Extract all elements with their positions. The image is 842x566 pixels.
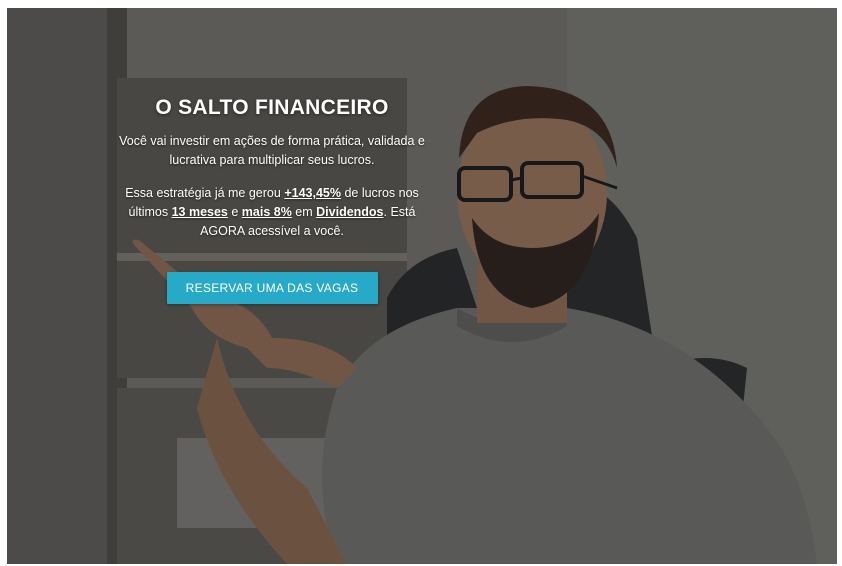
hero-description: Você vai investir em ações de forma prát… [119,134,425,167]
hero-content: O SALTO FINANCEIRO Você vai investir em … [107,96,437,304]
hero-results: Essa estratégia já me gerou +143,45% de … [107,184,437,241]
reserve-spot-button[interactable]: RESERVAR UMA DAS VAGAS [166,272,378,304]
results-more: mais 8% [241,205,292,219]
results-prefix: Essa estratégia já me gerou [125,186,285,200]
results-months: 13 meses [171,205,228,219]
results-mid-2: e [227,205,242,219]
results-mid-3: em [291,205,317,219]
hero-section: O SALTO FINANCEIRO Você vai investir em … [7,8,837,564]
results-percentage: +143,45% [284,186,341,200]
results-dividends: Dividendos [316,205,384,219]
hero-title: O SALTO FINANCEIRO [155,96,389,119]
